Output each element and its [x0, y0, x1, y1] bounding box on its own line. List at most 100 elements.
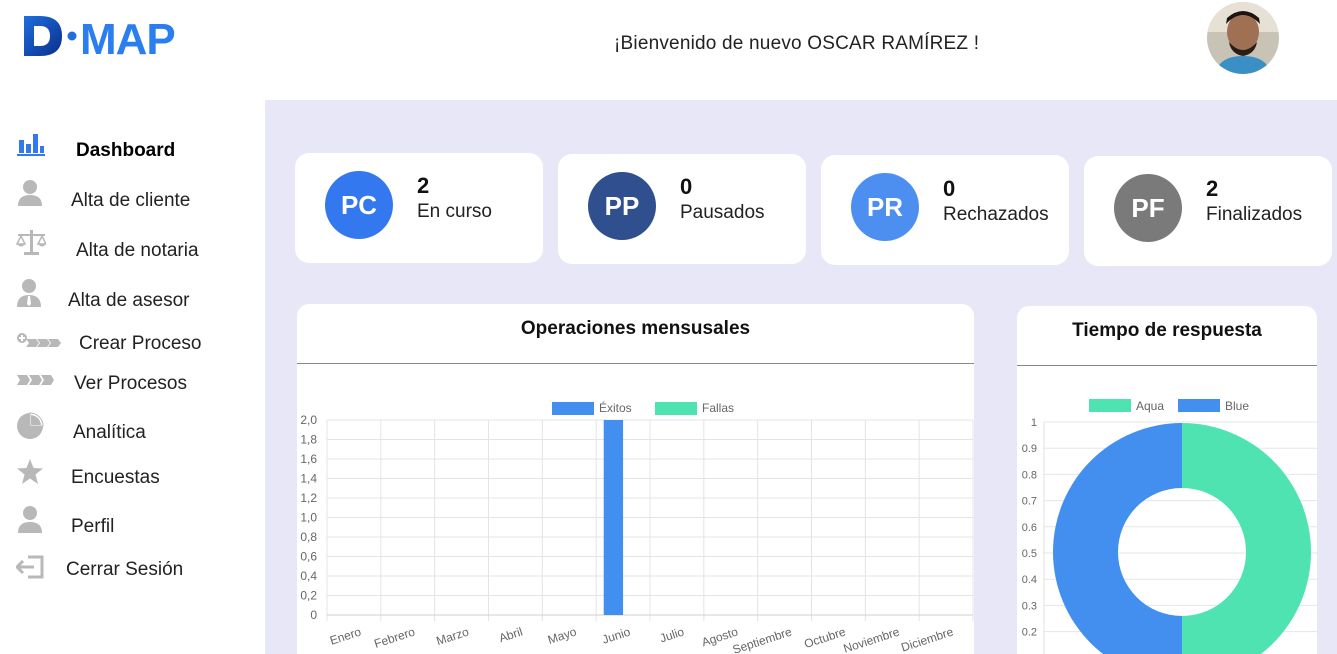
sidebar-item-crear-proceso[interactable]: Crear Proceso [0, 328, 265, 368]
scale-icon [16, 230, 46, 255]
y-tick-label: 1,6 [300, 452, 317, 466]
stat-value: 0 [943, 176, 956, 201]
sidebar-item-alta-asesor[interactable]: Alta de asesor [0, 278, 265, 318]
y-tick-label: 1,8 [300, 433, 317, 447]
donut-slice [1053, 423, 1182, 654]
x-tick-label: Marzo [434, 624, 470, 648]
header: MAP ¡Bienvenido de nuevo OSCAR RAMÍREZ ! [0, 0, 1337, 100]
stat-card-en-curso[interactable]: PC 2 En curso [295, 153, 543, 263]
legend-swatch [552, 402, 594, 415]
y-tick-label: 0 [310, 608, 317, 622]
y-tick-label: 0.9 [1022, 443, 1037, 455]
sidebar-item-alta-notaria[interactable]: Alta de notaria [0, 228, 265, 268]
legend-label: Aqua [1136, 399, 1164, 413]
stat-value: 2 [417, 173, 430, 198]
stat-label: Finalizados [1206, 204, 1303, 225]
sidebar-item-label: Dashboard [76, 140, 176, 161]
stat-label: Rechazados [943, 204, 1049, 225]
x-tick-label: Febrero [372, 624, 417, 650]
y-tick-label: 0,2 [300, 589, 317, 603]
legend-label: Fallas [702, 401, 734, 415]
sidebar-item-analitica[interactable]: Analítica [0, 412, 265, 452]
sidebar-item-label: Alta de asesor [68, 290, 190, 311]
y-tick-label: 0,6 [300, 550, 317, 564]
legend-label: Blue [1225, 399, 1249, 413]
sidebar-item-dashboard[interactable]: Dashboard [0, 128, 265, 168]
sidebar-item-label: Cerrar Sesión [66, 559, 184, 580]
sidebar-item-ver-procesos[interactable]: Ver Procesos [0, 370, 265, 410]
sidebar: Dashboard Alta de cliente Alta de notari… [0, 100, 265, 654]
user-icon [18, 180, 42, 206]
svg-text:MAP: MAP [80, 15, 175, 60]
sidebar-item-label: Perfil [71, 516, 115, 537]
legend-swatch [1178, 399, 1220, 412]
bar [603, 420, 624, 615]
y-tick-label: 0,8 [300, 530, 317, 544]
logout-icon [16, 555, 44, 579]
stat-badge: PP [588, 172, 656, 240]
sidebar-item-label: Analítica [73, 422, 146, 443]
process-steps-icon [17, 375, 54, 385]
stat-value: 2 [1206, 176, 1219, 201]
sidebar-item-perfil[interactable]: Perfil [0, 505, 265, 545]
tiempo-respuesta-chart-card: Tiempo de respuesta AquaBlue0.10.20.30.4… [1017, 306, 1317, 654]
stat-card-finalizados[interactable]: PF 2 Finalizados [1084, 156, 1332, 266]
operaciones-chart-card: Operaciones mensusales Éxitos Fallas 0 0,2 0… [297, 304, 974, 654]
y-tick-label: 0.5 [1022, 548, 1037, 560]
chart-title: Tiempo de respuesta [1072, 320, 1262, 341]
y-tick-label: 1 [1031, 417, 1037, 429]
star-icon [17, 459, 43, 484]
y-tick-label: 0.8 [1022, 469, 1037, 481]
stat-value: 0 [680, 174, 693, 199]
sidebar-item-label: Crear Proceso [79, 333, 202, 354]
y-tick-label: 0.2 [1022, 627, 1037, 639]
legend-label: Éxitos [599, 400, 632, 415]
sidebar-item-label: Alta de cliente [71, 190, 191, 211]
sidebar-item-encuestas[interactable]: Encuestas [0, 458, 265, 498]
pie-chart-icon [17, 412, 44, 439]
stat-card-pausados[interactable]: PP 0 Pausados [558, 154, 806, 264]
y-tick-label: 0.6 [1022, 522, 1037, 534]
y-tick-label: 1,0 [300, 511, 317, 525]
y-tick-label: 0,4 [300, 569, 317, 583]
chart-title: Operaciones mensusales [520, 318, 751, 339]
bar-chart-icon [17, 134, 45, 156]
x-tick-label: Junio [600, 624, 632, 646]
y-tick-label: 1,4 [300, 472, 317, 486]
y-tick-label: 2,0 [300, 413, 317, 427]
sidebar-item-label: Ver Procesos [74, 373, 187, 394]
main-content: PC 2 En curso PP 0 Pausados PR 0 Rechaza… [265, 100, 1337, 654]
sidebar-item-label: Encuestas [71, 467, 160, 488]
x-tick-label: Enero [328, 624, 363, 647]
x-tick-label: Septiembre [731, 624, 794, 654]
x-tick-label: Mayo [546, 624, 579, 646]
advisor-icon [17, 279, 41, 307]
y-tick-label: 0.3 [1022, 600, 1037, 612]
stat-badge: PR [851, 173, 919, 241]
x-tick-label: Julio [658, 624, 686, 645]
stat-label: En curso [417, 201, 492, 222]
x-tick-label: Noviembre [842, 624, 902, 654]
doughnut-chart: AquaBlue0.10.20.30.40.50.60.70.80.91 [1022, 399, 1317, 654]
create-process-icon [17, 333, 61, 347]
legend-swatch [1089, 399, 1131, 412]
legend-swatch [655, 402, 697, 415]
x-tick-label: Diciembre [899, 624, 955, 654]
dmap-logo[interactable]: MAP [22, 12, 207, 64]
sidebar-item-cerrar-sesion[interactable]: Cerrar Sesión [0, 554, 265, 594]
x-tick-label: Abril [497, 625, 524, 646]
welcome-message: ¡Bienvenido de nuevo OSCAR RAMÍREZ ! [614, 33, 980, 54]
sidebar-item-alta-cliente[interactable]: Alta de cliente [0, 178, 265, 218]
donut-slice [1182, 423, 1311, 654]
y-tick-label: 0.7 [1022, 496, 1037, 508]
user-icon [18, 506, 42, 533]
stat-badge: PC [325, 171, 393, 239]
stat-card-rechazados[interactable]: PR 0 Rechazados [821, 155, 1069, 265]
sidebar-item-label: Alta de notaria [76, 240, 199, 261]
stat-badge: PF [1114, 174, 1182, 242]
stat-label: Pausados [680, 202, 765, 223]
avatar[interactable] [1207, 2, 1279, 74]
bar-chart: Éxitos Fallas 0 0,2 0,4 0,6 0,8 1,0 1,2 1,4 1,6 1,8… [300, 400, 974, 654]
x-tick-label: Octubre [802, 624, 847, 651]
y-tick-label: 0.4 [1022, 574, 1037, 586]
